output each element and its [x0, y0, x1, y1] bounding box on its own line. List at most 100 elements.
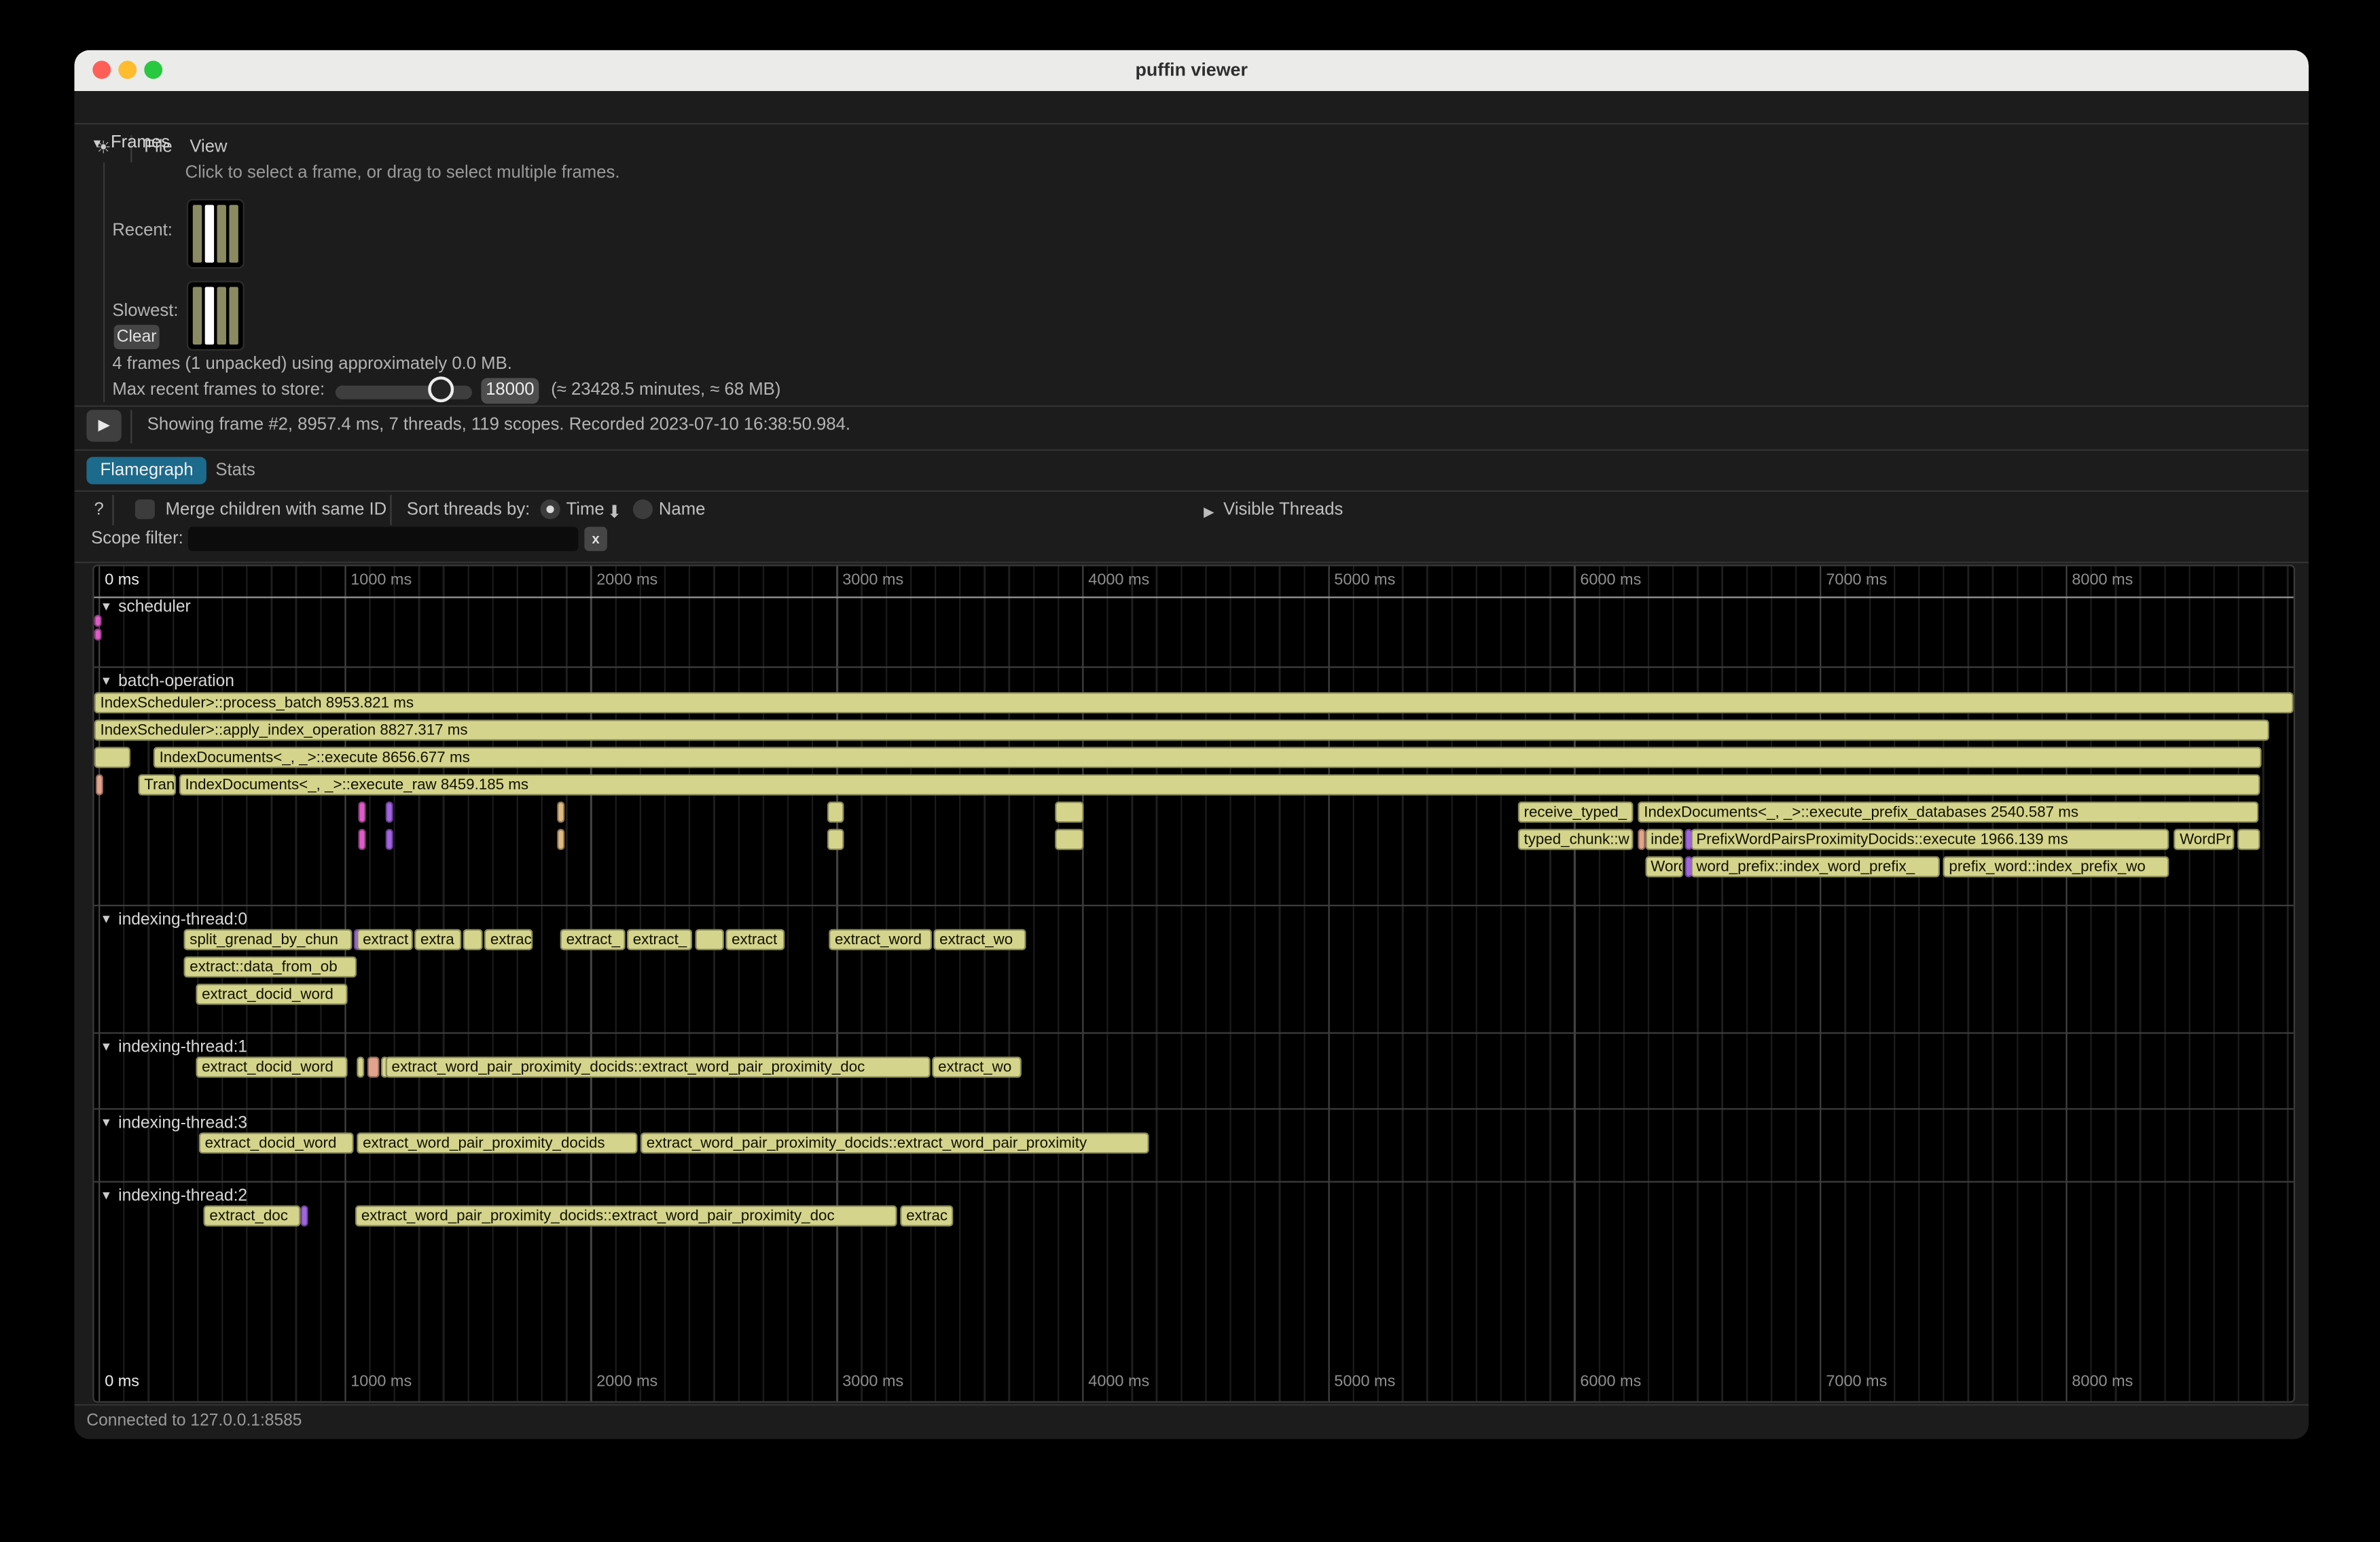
scope-bar[interactable]: extrac	[484, 929, 533, 950]
scope-bar[interactable]	[358, 829, 365, 850]
frame-info: Showing frame #2, 8957.4 ms, 7 threads, …	[147, 416, 850, 434]
scope-bar[interactable]: extrac	[900, 1205, 953, 1226]
scope-bar[interactable]	[386, 802, 393, 823]
sort-direction-icon[interactable]: ⬇	[607, 501, 622, 522]
scope-bar[interactable]	[358, 802, 365, 823]
collapse-triangle-icon: ▼	[100, 1040, 112, 1054]
scope-bar[interactable]: IndexDocuments<_, _>::execute_prefix_dat…	[1638, 802, 2258, 823]
scope-bar[interactable]: extract_doc	[203, 1205, 300, 1226]
separator	[75, 1404, 2309, 1405]
scope-bar[interactable]: extract_docid_word	[196, 1056, 347, 1077]
scope-bar[interactable]: extract	[357, 929, 413, 950]
scope-bar[interactable]: IndexDocuments<_, _>::execute_raw 8459.1…	[179, 774, 2260, 795]
collapse-triangle-icon: ▼	[100, 912, 112, 926]
play-button[interactable]: ▶	[86, 410, 121, 442]
menu-item-view[interactable]: View	[190, 138, 227, 156]
thread-section-label[interactable]: ▼indexing-thread:1	[100, 1039, 247, 1057]
thread-section-label[interactable]: ▼scheduler	[100, 598, 190, 616]
scope-bar[interactable]: prefix_word::index_prefix_wo	[1943, 856, 2169, 877]
separator	[112, 495, 113, 526]
scope-bar[interactable]	[386, 829, 393, 850]
max-frames-value[interactable]: 18000	[481, 378, 539, 404]
scope-bar[interactable]: extract_word_pair_proximity_docids::extr…	[641, 1132, 1149, 1153]
scope-bar[interactable]	[367, 1056, 380, 1077]
scope-bar[interactable]: receive_typed_	[1518, 802, 1634, 823]
window-title: puffin viewer	[75, 59, 2309, 80]
scope-bar[interactable]: extract_wo	[932, 1056, 1022, 1077]
help-button[interactable]: ?	[94, 501, 104, 519]
scope-bar[interactable]	[1055, 802, 1083, 823]
scope-bar[interactable]: extract_docid_word	[199, 1132, 354, 1153]
scope-bar[interactable]	[94, 615, 102, 627]
scope-bar[interactable]: Word	[1644, 856, 1684, 877]
axis-line	[94, 596, 2294, 598]
frames-header[interactable]: ▼Frames	[91, 134, 170, 152]
scope-bar[interactable]	[302, 1205, 309, 1226]
merge-checkbox[interactable]	[135, 499, 155, 519]
scope-bar[interactable]: typed_chunk::w	[1518, 829, 1634, 850]
scope-bar[interactable]	[96, 774, 103, 795]
scope-bar[interactable]: extract_wo	[933, 929, 1026, 950]
frame-bar	[229, 205, 238, 263]
scope-bar[interactable]	[695, 929, 723, 950]
thread-section-label[interactable]: ▼indexing-thread:2	[100, 1187, 247, 1206]
scope-filter-label: Scope filter:	[91, 530, 183, 548]
section-separator	[94, 1181, 2294, 1183]
scope-bar[interactable]	[94, 628, 102, 641]
scope-bar[interactable]: extract_	[627, 929, 692, 950]
scope-bar[interactable]: word_prefix::index_word_prefix_	[1690, 856, 1939, 877]
scope-bar[interactable]: IndexScheduler>::apply_index_operation 8…	[94, 719, 2269, 740]
scope-bar[interactable]	[2237, 829, 2260, 850]
thread-section-label[interactable]: ▼batch-operation	[100, 673, 234, 691]
recent-frames-thumbnail[interactable]	[187, 199, 245, 269]
time-tick-label: 2000 ms	[596, 1372, 657, 1391]
tab-flamegraph[interactable]: Flamegraph	[86, 457, 206, 484]
scope-bar[interactable]	[463, 929, 483, 950]
scope-bar[interactable]	[357, 1056, 364, 1077]
frame-bar	[205, 205, 214, 263]
scope-bar[interactable]	[558, 802, 565, 823]
clear-filter-button[interactable]: x	[584, 526, 607, 551]
flamegraph-canvas[interactable]: 0 ms1000 ms2000 ms3000 ms4000 ms5000 ms6…	[92, 564, 2295, 1403]
slowest-frames-thumbnail[interactable]	[187, 281, 245, 351]
radio-sort-time[interactable]	[541, 499, 560, 519]
scope-filter-input[interactable]	[188, 526, 578, 551]
scope-bar[interactable]: extract_word_pair_proximity_docids::extr…	[355, 1205, 897, 1226]
collapse-triangle-icon: ▼	[91, 137, 103, 150]
frame-bar	[205, 287, 214, 344]
scope-bar[interactable]: extra	[414, 929, 461, 950]
thread-section-label[interactable]: ▼indexing-thread:0	[100, 911, 247, 929]
scope-bar[interactable]: extract_word_pair_proximity_docids::extr…	[386, 1056, 931, 1077]
scope-bar[interactable]: extract::data_from_ob	[183, 956, 357, 978]
scope-bar[interactable]: extract_word	[829, 929, 932, 950]
time-tick-label: 5000 ms	[1334, 1372, 1395, 1391]
time-tick-label: 1000 ms	[350, 1372, 412, 1391]
thread-section-label[interactable]: ▼indexing-thread:3	[100, 1114, 247, 1132]
scope-bar[interactable]: extract	[725, 929, 785, 950]
visible-threads-toggle[interactable]: Visible Threads	[1223, 501, 1343, 519]
radio-sort-name[interactable]	[633, 499, 653, 519]
scope-bar[interactable]: IndexDocuments<_, _>::execute 8656.677 m…	[154, 747, 2262, 768]
clear-button[interactable]: Clear	[114, 325, 160, 349]
scope-bar[interactable]	[827, 802, 844, 823]
scope-bar[interactable]: PrefixWordPairsProximityDocids::execute …	[1690, 829, 2168, 850]
scope-bar[interactable]: split_grenad_by_chun	[183, 929, 352, 950]
scope-bar[interactable]	[827, 829, 844, 850]
scope-bar[interactable]: Trans	[138, 774, 176, 795]
slider-handle[interactable]	[428, 376, 454, 402]
tab-stats[interactable]: Stats	[202, 457, 269, 484]
scope-bar[interactable]: extract_word_pair_proximity_docids	[357, 1132, 637, 1153]
collapse-triangle-icon: ▼	[100, 674, 112, 687]
scope-bar[interactable]	[94, 747, 131, 768]
menu-bar: ☀ File View	[75, 91, 2309, 124]
scope-bar[interactable]: extract_	[560, 929, 626, 950]
scope-bar[interactable]: extract_docid_word	[196, 984, 347, 1005]
frames-hint: Click to select a frame, or drag to sele…	[185, 164, 620, 182]
scope-bar[interactable]: index	[1644, 829, 1684, 850]
scope-bar[interactable]: IndexScheduler>::process_batch 8953.821 …	[94, 692, 2294, 713]
scope-bar[interactable]	[1638, 829, 1645, 850]
visible-threads-triangle-icon[interactable]: ▶	[1204, 504, 1214, 521]
scope-bar[interactable]	[1055, 829, 1083, 850]
scope-bar[interactable]: WordPr	[2174, 829, 2234, 850]
scope-bar[interactable]	[558, 829, 565, 850]
